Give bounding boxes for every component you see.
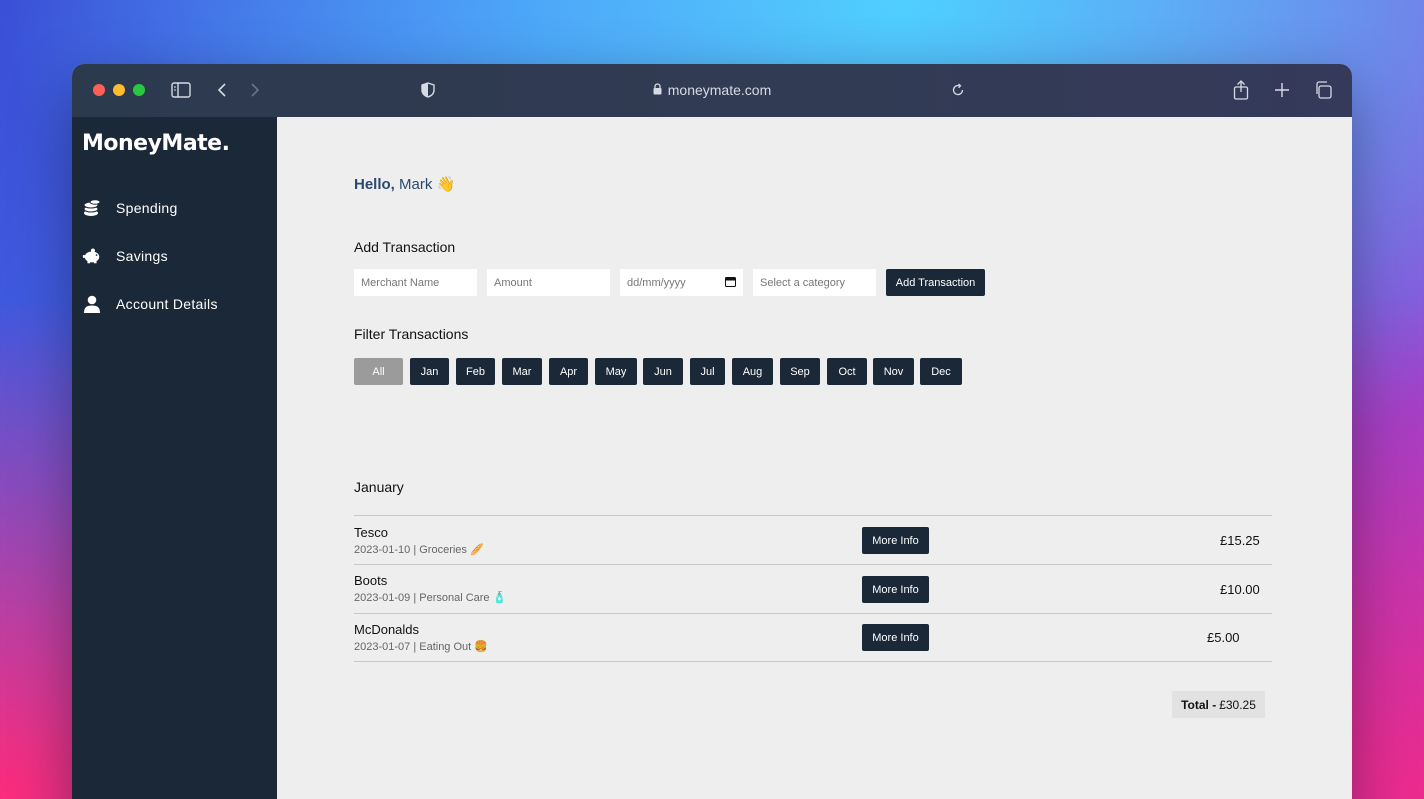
month-title: January — [354, 479, 404, 495]
total-label: Total - — [1181, 697, 1217, 712]
coins-icon — [82, 199, 102, 217]
sidebar-item-label: Savings — [116, 248, 168, 264]
sidebar-item-label: Account Details — [116, 296, 218, 312]
transaction-meta: 2023-01-09 | Personal Care 🧴 — [354, 592, 507, 604]
row-divider — [354, 613, 1272, 614]
main-content: Hello, Mark 👋 Add Transaction Merchant N… — [277, 117, 1352, 799]
category-placeholder: Select a category — [760, 276, 845, 289]
add-transaction-title: Add Transaction — [354, 239, 456, 255]
amount-input[interactable]: Amount — [487, 269, 610, 296]
transaction-meta: 2023-01-07 | Eating Out 🍔 — [354, 641, 488, 653]
browser-window: moneymate.com MoneyMate. Spending Saving… — [72, 64, 1352, 799]
transaction-merchant: McDonalds — [354, 622, 420, 637]
filter-dec-button[interactable]: Dec — [920, 358, 962, 385]
new-tab-icon[interactable] — [1273, 78, 1291, 102]
back-icon[interactable] — [215, 78, 229, 102]
app-logo[interactable]: MoneyMate. — [82, 131, 230, 156]
transaction-amount: £15.25 — [1220, 533, 1260, 548]
row-divider — [354, 515, 1272, 516]
filter-apr-button[interactable]: Apr — [549, 358, 588, 385]
sidebar-item-savings[interactable]: Savings — [82, 244, 168, 268]
filter-all-button[interactable]: All — [354, 358, 403, 385]
transaction-amount: £5.00 — [1207, 630, 1240, 645]
filter-feb-button[interactable]: Feb — [456, 358, 495, 385]
share-icon[interactable] — [1232, 78, 1250, 102]
filter-sep-button[interactable]: Sep — [780, 358, 820, 385]
filter-mar-button[interactable]: Mar — [502, 358, 542, 385]
add-transaction-button[interactable]: Add Transaction — [886, 269, 985, 296]
row-divider — [354, 661, 1272, 662]
address-url: moneymate.com — [667, 82, 772, 98]
sidebar-toggle-icon[interactable] — [170, 78, 192, 102]
tabs-overview-icon[interactable] — [1314, 78, 1332, 102]
greeting: Hello, Mark 👋 — [354, 175, 455, 193]
transaction-merchant: Boots — [354, 573, 388, 588]
transaction-amount: £10.00 — [1220, 582, 1260, 597]
sidebar-item-spending[interactable]: Spending — [82, 196, 178, 220]
date-placeholder: dd/mm/yyyy — [627, 276, 686, 289]
total-value: £30.25 — [1219, 697, 1256, 712]
lock-icon — [653, 82, 662, 98]
filter-aug-button[interactable]: Aug — [732, 358, 773, 385]
shield-icon[interactable] — [420, 78, 436, 102]
date-input[interactable]: dd/mm/yyyy — [620, 269, 743, 296]
transaction-meta: 2023-01-10 | Groceries 🥖 — [354, 544, 484, 556]
browser-titlebar: moneymate.com — [72, 64, 1352, 117]
piggy-bank-icon — [82, 247, 102, 265]
category-select[interactable]: Select a category — [753, 269, 876, 296]
address-bar[interactable]: moneymate.com — [592, 78, 832, 102]
sidebar: MoneyMate. Spending Savings Account Deta… — [72, 117, 277, 799]
forward-icon[interactable] — [248, 78, 262, 102]
row-divider — [354, 564, 1272, 565]
minimize-window-button[interactable] — [113, 84, 125, 96]
total-badge: Total - £30.25 — [1172, 691, 1265, 718]
filter-nov-button[interactable]: Nov — [873, 358, 914, 385]
calendar-icon[interactable] — [725, 276, 736, 290]
greeting-name: Mark — [399, 176, 433, 193]
more-info-button[interactable]: More Info — [862, 576, 929, 603]
close-window-button[interactable] — [93, 84, 105, 96]
more-info-button[interactable]: More Info — [862, 624, 929, 651]
wave-emoji: 👋 — [436, 176, 456, 193]
user-icon — [82, 295, 102, 313]
filter-may-button[interactable]: May — [595, 358, 637, 385]
greeting-hello: Hello, — [354, 176, 395, 193]
more-info-button[interactable]: More Info — [862, 527, 929, 554]
merchant-name-input[interactable]: Merchant Name — [354, 269, 477, 296]
filter-jan-button[interactable]: Jan — [410, 358, 449, 385]
sidebar-item-account-details[interactable]: Account Details — [82, 292, 218, 316]
reload-icon[interactable] — [950, 78, 966, 102]
amount-placeholder: Amount — [494, 276, 532, 289]
filter-jul-button[interactable]: Jul — [690, 358, 725, 385]
transaction-merchant: Tesco — [354, 525, 388, 540]
maximize-window-button[interactable] — [133, 84, 145, 96]
sidebar-item-label: Spending — [116, 200, 178, 216]
filter-transactions-title: Filter Transactions — [354, 326, 469, 342]
filter-jun-button[interactable]: Jun — [643, 358, 683, 385]
filter-oct-button[interactable]: Oct — [827, 358, 867, 385]
merchant-name-placeholder: Merchant Name — [361, 276, 440, 289]
